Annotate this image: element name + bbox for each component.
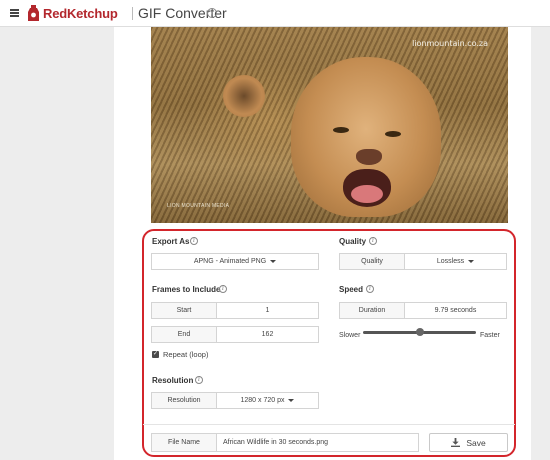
export-format-value: APNG - Animated PNG (193, 258, 267, 265)
chevron-down-icon (468, 260, 475, 263)
resolution-key: Resolution (151, 392, 217, 409)
video-logo-watermark: LION MOUNTAIN MEDIA (167, 203, 230, 209)
lion-eye-left (333, 127, 349, 133)
menu-icon[interactable] (10, 9, 19, 17)
video-watermark: lionmountain.co.za (412, 39, 488, 48)
quality-select[interactable]: Lossless (404, 253, 507, 270)
lion-nose (356, 149, 382, 165)
repeat-label[interactable]: Repeat (loop) (163, 350, 208, 359)
info-icon[interactable]: i (207, 8, 217, 18)
lion-eye-right (385, 131, 401, 137)
quality-key: Quality (339, 253, 405, 270)
quality-label: Quality (339, 237, 367, 246)
file-name-key-label: File Name (168, 439, 200, 446)
end-key: End (151, 326, 217, 343)
resolution-select[interactable]: 1280 x 720 px (216, 392, 319, 409)
duration-key: Duration (339, 302, 405, 319)
frames-label: Frames to Include (152, 285, 221, 294)
info-icon[interactable]: i (190, 237, 198, 245)
info-icon[interactable]: i (369, 237, 377, 245)
start-key: Start (151, 302, 217, 319)
export-format-select[interactable]: APNG - Animated PNG (151, 253, 319, 270)
speed-label: Speed (339, 285, 364, 294)
repeat-checkbox[interactable]: ✓ (152, 351, 159, 358)
speed-slider-thumb[interactable] (415, 328, 424, 336)
top-bar: RedKetchup GIF Converter i (0, 0, 550, 27)
download-icon (451, 438, 461, 447)
resolution-key-label: Resolution (167, 397, 201, 404)
info-icon[interactable]: i (219, 285, 227, 293)
duration-input[interactable]: 9.79 seconds (404, 302, 507, 319)
save-label: Save (466, 437, 486, 448)
end-key-label: End (177, 331, 191, 338)
ketchup-bottle-icon (28, 5, 39, 21)
lion-ear-left (223, 75, 265, 117)
slower-label: Slower (339, 332, 361, 339)
export-as-label: Export As (152, 237, 190, 246)
start-frame-input[interactable]: 1 (216, 302, 319, 319)
resolution-value: 1280 x 720 px (240, 397, 285, 404)
info-icon[interactable]: i (366, 285, 374, 293)
duration-value: 9.79 seconds (434, 307, 477, 314)
end-frame-value: 162 (261, 331, 274, 338)
duration-key-label: Duration (358, 307, 386, 314)
start-key-label: Start (176, 307, 192, 314)
lion-tongue (351, 185, 383, 203)
brand-name[interactable]: RedKetchup (43, 6, 118, 21)
end-frame-input[interactable]: 162 (216, 326, 319, 343)
quality-value: Lossless (436, 258, 465, 265)
file-name-value: African Wildlife in 30 seconds.png (223, 439, 329, 446)
panel-divider (143, 424, 515, 425)
chevron-down-icon (288, 399, 295, 402)
chevron-down-icon (270, 260, 277, 263)
file-name-input[interactable]: African Wildlife in 30 seconds.png (216, 433, 419, 452)
info-icon[interactable]: i (195, 376, 203, 384)
file-name-key: File Name (151, 433, 217, 452)
save-button[interactable]: Save (429, 433, 508, 452)
video-preview: lionmountain.co.za LION MOUNTAIN MEDIA (151, 27, 508, 223)
header-divider (132, 7, 133, 20)
start-frame-value: 1 (265, 307, 270, 314)
resolution-label: Resolution (152, 376, 194, 385)
quality-key-label: Quality (361, 258, 383, 265)
faster-label: Faster (480, 332, 500, 339)
